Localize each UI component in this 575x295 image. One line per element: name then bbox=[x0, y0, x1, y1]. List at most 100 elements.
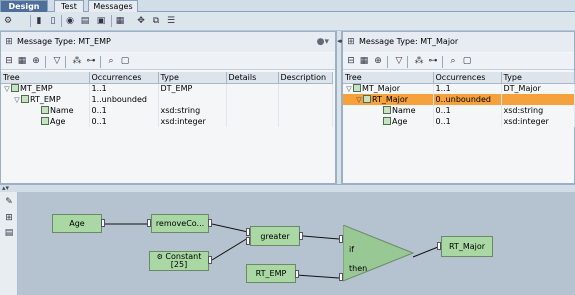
document-icon[interactable]: ▤ bbox=[3, 227, 15, 239]
table-row[interactable]: Age 0..1 xsd:integer bbox=[343, 116, 575, 127]
relations-icon[interactable]: ⊶ bbox=[427, 55, 439, 67]
collapse-arrows-icon[interactable]: ◂▸ bbox=[337, 37, 344, 45]
details-cell bbox=[226, 105, 279, 116]
column-header-occurrences[interactable]: Occurrences bbox=[433, 72, 502, 84]
collapse-arrows-icon[interactable]: ▴▾ bbox=[2, 184, 9, 192]
settings-dropdown-icon[interactable]: ⚙ bbox=[2, 15, 14, 27]
table-icon[interactable]: ☰ bbox=[165, 15, 177, 27]
source-pane-toolbar: ⊟ ▦ ⊕ ▽ ⁂ ⊶ ⌕ ▢ bbox=[1, 53, 335, 70]
table-row[interactable]: ▽ MT_Major 1..1 DT_Major bbox=[343, 83, 575, 94]
description-cell bbox=[278, 94, 333, 105]
copy-icon[interactable]: ⧉ bbox=[150, 15, 162, 27]
dependencies-icon[interactable]: ⁂ bbox=[71, 55, 83, 67]
tree-node-name: RT_Major bbox=[372, 95, 409, 104]
box-label: greater bbox=[260, 231, 290, 241]
table-row[interactable]: Age 0..1 xsd:integer bbox=[1, 116, 333, 127]
input-port[interactable] bbox=[339, 235, 343, 243]
dependencies-icon[interactable]: ⁂ bbox=[413, 55, 425, 67]
toolbar-separator bbox=[65, 56, 66, 68]
toolbar-separator bbox=[45, 56, 46, 68]
pane-options-icon[interactable]: ●▾ bbox=[317, 32, 329, 52]
column-header-occurrences[interactable]: Occurrences bbox=[89, 72, 159, 84]
toolbar-separator bbox=[407, 56, 408, 68]
record-icon[interactable]: ◉ bbox=[64, 15, 76, 27]
input-port[interactable] bbox=[246, 228, 250, 236]
output-port[interactable] bbox=[208, 219, 212, 227]
input-port[interactable] bbox=[339, 273, 343, 281]
details-cell bbox=[226, 83, 279, 94]
find-icon[interactable]: ⌕ bbox=[105, 55, 117, 67]
delete-icon[interactable]: ▮ bbox=[33, 15, 45, 27]
connection-line bbox=[211, 237, 249, 261]
column-header-tree[interactable]: Tree bbox=[1, 72, 90, 84]
description-cell bbox=[278, 83, 333, 94]
tree-node-name: MT_Major bbox=[362, 84, 400, 94]
tab-test[interactable]: Test bbox=[54, 0, 84, 12]
function-remove-contexts[interactable]: removeCo... bbox=[151, 214, 209, 233]
editor-splitter[interactable]: ▴▾ bbox=[0, 184, 575, 192]
trash-icon[interactable]: ▯ bbox=[47, 15, 59, 27]
toolbar-separator bbox=[30, 15, 31, 27]
expand-toggle-icon[interactable]: ▽ bbox=[13, 96, 21, 104]
column-header-tree[interactable]: Tree bbox=[343, 72, 434, 84]
target-field-rt-major[interactable]: RT_Major bbox=[441, 236, 493, 257]
source-pane-title: ⊞ Message Type: MT_EMP ●▾ bbox=[1, 32, 335, 52]
relations-icon[interactable]: ⊶ bbox=[85, 55, 97, 67]
function-if-then[interactable] bbox=[343, 225, 423, 291]
input-port[interactable] bbox=[437, 242, 441, 250]
move-icon[interactable]: ✥ bbox=[135, 15, 147, 27]
table-row[interactable]: Name 0..1 xsd:string bbox=[1, 105, 333, 116]
expand-all-icon[interactable]: ⊕ bbox=[30, 55, 42, 67]
structure-icon[interactable]: ⊞ bbox=[3, 212, 15, 224]
details-cell bbox=[226, 116, 279, 127]
column-header-details[interactable]: Details bbox=[226, 72, 279, 84]
clipboard-icon[interactable]: ▢ bbox=[461, 55, 473, 67]
grid-icon[interactable]: ▦ bbox=[16, 55, 28, 67]
table-row[interactable]: ▽ MT_EMP 1..1 DT_EMP bbox=[1, 83, 333, 94]
output-port[interactable] bbox=[299, 232, 303, 240]
layout-dropdown-icon[interactable]: ▦ bbox=[114, 15, 126, 27]
table-row[interactable]: ▽ RT_EMP 1..unbounded bbox=[1, 94, 333, 105]
filter-icon[interactable]: ▽ bbox=[393, 55, 405, 67]
tab-design[interactable]: Design bbox=[0, 0, 48, 12]
table-row[interactable]: Name 0..1 xsd:string bbox=[343, 105, 575, 116]
filter-icon[interactable]: ▽ bbox=[51, 55, 63, 67]
type-cell: DT_EMP bbox=[158, 83, 227, 94]
clipboard-icon[interactable]: ▢ bbox=[119, 55, 131, 67]
output-port[interactable] bbox=[295, 270, 299, 278]
type-cell: xsd:string bbox=[158, 105, 227, 116]
expand-toggle-icon[interactable]: ▽ bbox=[3, 85, 11, 93]
expand-all-icon[interactable]: ⊕ bbox=[372, 55, 384, 67]
box-label: removeCo... bbox=[155, 219, 205, 228]
target-message-type: Message Type: MT_Major bbox=[359, 37, 459, 46]
mapping-canvas: Age removeCo... greater ⚙ Constant [25] … bbox=[18, 192, 575, 295]
output-port[interactable] bbox=[208, 256, 212, 264]
source-field-rt-emp[interactable]: RT_EMP bbox=[246, 264, 296, 283]
tree-node-name: Name bbox=[50, 106, 74, 115]
source-field-age[interactable]: Age bbox=[52, 214, 102, 233]
column-header-description[interactable]: Description bbox=[278, 72, 333, 84]
grid-icon[interactable]: ▦ bbox=[358, 55, 370, 67]
find-icon[interactable]: ⌕ bbox=[447, 55, 459, 67]
input-port[interactable] bbox=[147, 219, 151, 227]
output-port[interactable] bbox=[101, 219, 105, 227]
occurrences-cell: 0..1 bbox=[433, 116, 502, 127]
expand-toggle-icon[interactable]: ▽ bbox=[345, 85, 353, 93]
tab-messages[interactable]: Messages bbox=[88, 0, 138, 12]
element-node-icon bbox=[41, 117, 49, 125]
tree-view-icon[interactable]: ⊟ bbox=[345, 55, 357, 67]
pencil-icon[interactable]: ✎ bbox=[3, 196, 15, 208]
toolbar-separator bbox=[100, 56, 101, 68]
table-row-selected[interactable]: ▽ RT_Major 0..unbounded bbox=[343, 94, 575, 105]
function-greater[interactable]: greater bbox=[250, 226, 300, 246]
tree-view-icon[interactable]: ⊟ bbox=[3, 55, 15, 67]
column-header-type[interactable]: Type bbox=[158, 72, 227, 84]
input-port[interactable] bbox=[246, 237, 250, 245]
element-node-icon bbox=[21, 95, 29, 103]
column-header-type[interactable]: Type bbox=[501, 72, 575, 84]
document-edit-icon[interactable]: ▤ bbox=[79, 15, 91, 27]
target-pane-toolbar: ⊟ ▦ ⊕ ▽ ⁂ ⊶ ⌕ ▢ bbox=[343, 53, 574, 70]
expand-toggle-icon[interactable]: ▽ bbox=[355, 96, 363, 104]
function-constant[interactable]: ⚙ Constant [25] bbox=[149, 251, 209, 271]
highlight-icon[interactable]: ▣ bbox=[95, 15, 107, 27]
